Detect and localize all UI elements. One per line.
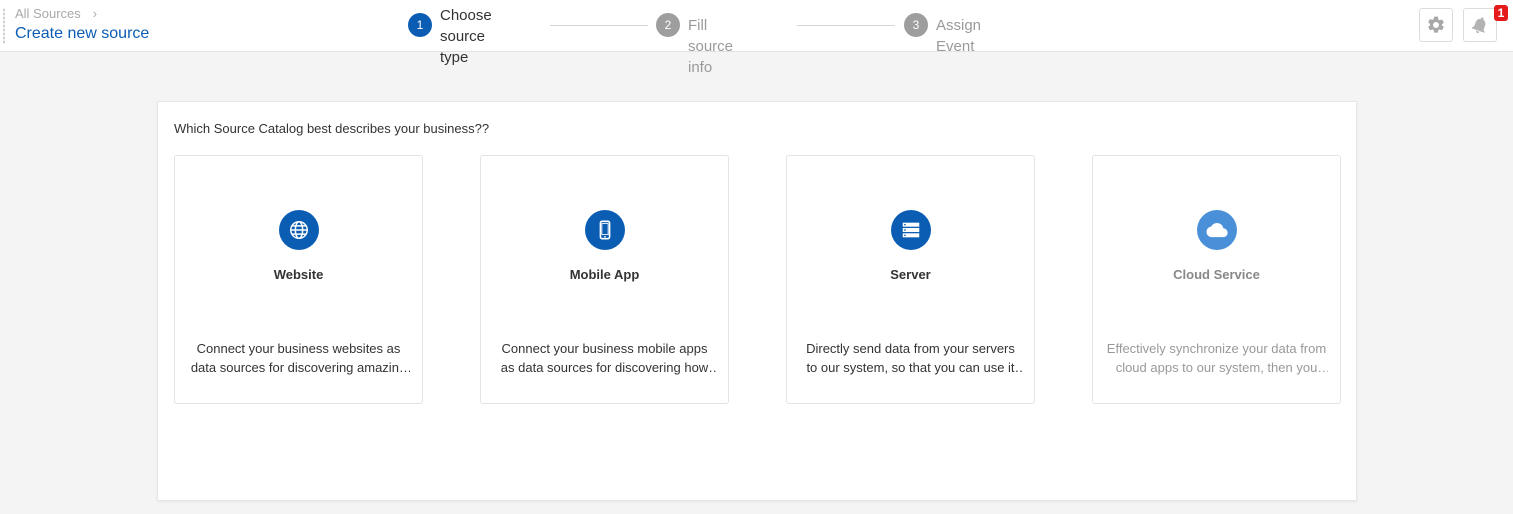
breadcrumb: All Sources ›: [15, 6, 97, 21]
gear-icon: [1428, 16, 1444, 33]
card-website-description: Connect your business websites as data s…: [190, 341, 407, 375]
card-website-title: Website: [273, 267, 324, 282]
step-2-label: Fill source info: [688, 17, 734, 76]
source-catalog-panel: Which Source Catalog best describes your…: [157, 101, 1357, 501]
page-title: Create new source: [15, 25, 150, 42]
globe-icon: [290, 221, 308, 239]
breadcrumb-all-sources[interactable]: All Sources: [15, 6, 81, 21]
card-cloud-service-description: Effectively synchronize your data from c…: [1106, 341, 1327, 375]
step-connector-1: [550, 25, 648, 26]
chevron-right-icon: ›: [92, 6, 98, 21]
settings-button[interactable]: [1419, 8, 1453, 42]
card-mobile-app-title: Mobile App: [569, 267, 640, 282]
step-1-label-line1: Choose source: [440, 7, 492, 45]
card-website[interactable]: Website Connect your business websites a…: [174, 155, 423, 404]
card-server-title: Server: [890, 267, 931, 282]
card-server[interactable]: Server Directly send data from your serv…: [786, 155, 1035, 404]
card-mobile-app-description: Connect your business mobile apps as dat…: [500, 341, 709, 375]
step-2-number: 2: [656, 13, 680, 37]
card-cloud-service[interactable]: Cloud Service Effectively synchronize yo…: [1092, 155, 1341, 404]
catalog-question: Which Source Catalog best describes your…: [174, 121, 490, 136]
step-1-number: 1: [408, 13, 432, 37]
step-connector-2: [797, 25, 895, 26]
drag-handle-dots: [3, 8, 5, 44]
card-cloud-service-title: Cloud Service: [1173, 267, 1260, 282]
card-mobile-app-icon-circle: [585, 210, 625, 250]
step-3-label: Assign Event: [936, 17, 982, 55]
step-3-number: 3: [904, 13, 928, 37]
card-website-icon-circle: [279, 210, 319, 250]
top-bar: All Sources › Create new source 1 Choose…: [0, 0, 1513, 76]
cloud-icon: [1206, 223, 1228, 238]
bell-icon: [1471, 17, 1486, 33]
mobile-phone-icon: [599, 220, 611, 240]
card-server-icon-circle: [891, 210, 931, 250]
step-1-label: Choose source type: [440, 5, 492, 68]
server-icon: [902, 222, 920, 238]
notifications-button[interactable]: [1463, 8, 1497, 42]
card-server-description: Directly send data from your servers to …: [806, 341, 1015, 375]
card-cloud-service-icon-circle: [1197, 210, 1237, 250]
notification-count-badge: 1: [1494, 5, 1508, 21]
step-1-label-line2: type: [440, 49, 469, 66]
card-mobile-app[interactable]: Mobile App Connect your business mobile …: [480, 155, 729, 404]
